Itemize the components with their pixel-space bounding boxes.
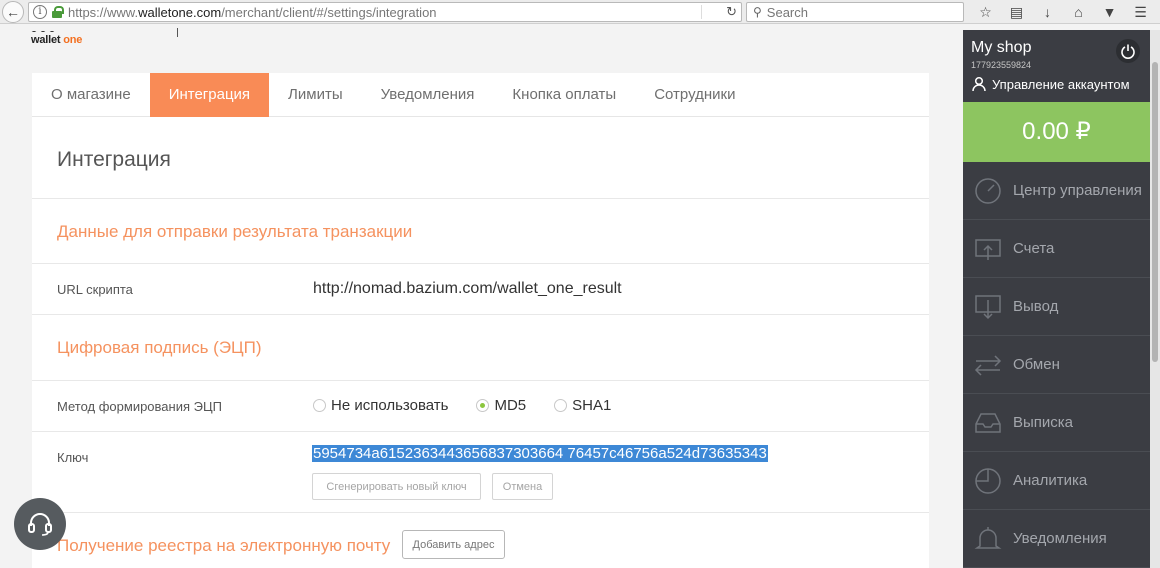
arrow-left-icon: ← [6, 3, 20, 20]
sidebar-item-label: Аналитика [1013, 472, 1088, 489]
radio-sha1[interactable]: SHA1 [554, 397, 611, 414]
sidebar-item-notifications[interactable]: Уведомления [963, 510, 1150, 568]
radio-label: MD5 [494, 397, 527, 414]
scrollbar-thumb[interactable] [1152, 62, 1158, 362]
tab-integration[interactable]: Интеграция [149, 73, 270, 117]
page-title: Интеграция [57, 148, 171, 171]
tray-icon [975, 412, 1001, 433]
support-button[interactable] [14, 498, 66, 550]
balance-display[interactable]: 0.00 ₽ [963, 102, 1150, 162]
key-label: Ключ [57, 450, 89, 465]
logout-button[interactable] [1116, 39, 1140, 63]
sidebar-item-label: Обмен [1013, 356, 1060, 373]
home-icon[interactable]: ⌂ [1063, 2, 1094, 22]
tab-notifications[interactable]: Уведомления [362, 73, 494, 117]
tab-about-shop[interactable]: О магазине [32, 73, 150, 117]
generate-key-button[interactable]: Сгенерировать новый ключ [312, 473, 481, 500]
scrollbar[interactable] [1150, 30, 1160, 568]
account-label: Управление аккаунтом [992, 76, 1130, 92]
dropdown-icon[interactable] [701, 5, 715, 19]
url-label: URL скрипта [57, 282, 133, 297]
signature-method-radios: Не использовать MD5 SHA1 [313, 397, 639, 414]
browser-toolbar: ← i https://www.walletone.com/merchant/c… [0, 0, 1160, 24]
reading-list-icon[interactable]: ▤ [1001, 2, 1032, 22]
back-button[interactable]: ← [2, 0, 24, 23]
lock-icon [52, 6, 64, 18]
logo[interactable]: wallet one [31, 34, 82, 46]
account-management-link[interactable]: Управление аккаунтом [971, 76, 1130, 92]
pie-chart-icon [975, 467, 1001, 494]
radio-circle-icon[interactable] [476, 399, 490, 412]
url-value[interactable]: http://nomad.bazium.com/wallet_one_resul… [313, 280, 622, 298]
search-icon: ⚲ [753, 5, 762, 19]
exchange-icon [974, 354, 1002, 376]
settings-card: О магазине Интеграция Лимиты Уведомления… [32, 73, 929, 568]
sidebar-item-label: Выписка [1013, 414, 1074, 431]
section-email-title: Получение реестра на электронную почту [57, 536, 391, 555]
method-label: Метод формирования ЭЦП [57, 399, 222, 414]
section-signature-title: Цифровая подпись (ЭЦП) [57, 338, 262, 357]
reload-icon[interactable]: ↻ [726, 4, 737, 20]
headset-icon [28, 513, 52, 536]
sidebar-item-withdraw[interactable]: Вывод [963, 278, 1150, 336]
tab-limits[interactable]: Лимиты [269, 73, 362, 117]
sidebar-item-analytics[interactable]: Аналитика [963, 452, 1150, 510]
cancel-button[interactable]: Отмена [492, 473, 553, 500]
sidebar-item-label: Уведомления [1013, 530, 1107, 547]
header-divider [177, 28, 178, 37]
radio-circle-icon[interactable] [313, 399, 326, 412]
sidebar-item-label: Центр управления [1013, 182, 1142, 199]
sidebar-item-dashboard[interactable]: Центр управления [963, 162, 1150, 220]
tab-employees[interactable]: Сотрудники [635, 73, 754, 117]
account-sidebar: My shop 177923559824 Управление аккаунто… [963, 30, 1150, 568]
withdraw-icon [975, 294, 1001, 319]
radio-none[interactable]: Не использовать [313, 397, 448, 414]
section-transaction-title: Данные для отправки результата транзакци… [57, 222, 413, 241]
user-icon [972, 76, 986, 92]
search-box[interactable]: ⚲ Search [746, 2, 964, 22]
key-value[interactable]: 5954734a6152363443656837303664 76457c467… [312, 445, 768, 462]
sidebar-item-exchange[interactable]: Обмен [963, 336, 1150, 394]
settings-tabs: О магазине Интеграция Лимиты Уведомления… [32, 73, 929, 117]
pocket-icon[interactable]: ▼ [1094, 2, 1125, 22]
search-placeholder: Search [766, 4, 808, 20]
radio-label: Не использовать [331, 397, 449, 414]
sidebar-item-label: Счета [1013, 240, 1055, 257]
sidebar-item-invoices[interactable]: Счета [963, 220, 1150, 278]
sidebar-item-statement[interactable]: Выписка [963, 394, 1150, 452]
menu-icon[interactable]: ☰ [1125, 2, 1156, 22]
url-text: https://www.walletone.com/merchant/clien… [68, 4, 437, 20]
gauge-icon [975, 177, 1001, 204]
download-icon[interactable]: ↓ [1032, 2, 1063, 22]
shop-name[interactable]: My shop [971, 39, 1031, 57]
invoice-icon [975, 238, 1001, 260]
radio-md5[interactable]: MD5 [476, 397, 526, 414]
radio-circle-icon[interactable] [554, 399, 568, 412]
address-bar[interactable]: i https://www.walletone.com/merchant/cli… [28, 2, 742, 22]
power-icon [1121, 44, 1135, 59]
bell-icon [974, 526, 1002, 549]
bookmark-star-icon[interactable]: ☆ [970, 2, 1001, 22]
sidebar-item-label: Вывод [1013, 298, 1059, 315]
info-icon[interactable]: i [33, 5, 47, 19]
logo-mark [31, 24, 71, 32]
tab-payment-button[interactable]: Кнопка оплаты [493, 73, 635, 117]
shop-id: 177923559824 [971, 60, 1032, 70]
add-address-button[interactable]: Добавить адрес [402, 530, 505, 559]
radio-label: SHA1 [572, 397, 612, 414]
